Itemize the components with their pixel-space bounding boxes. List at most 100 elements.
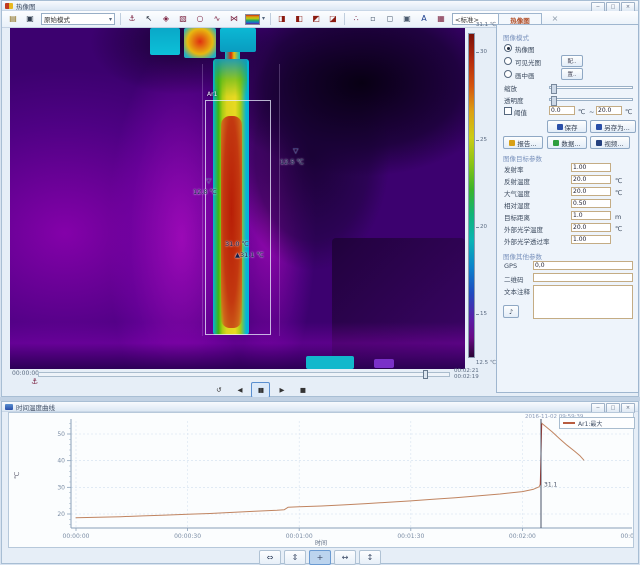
cold-marker-right-icon[interactable]: ▽ (293, 148, 298, 155)
video-icon (596, 139, 603, 146)
isotherm-below-button[interactable]: ◧ (291, 11, 307, 27)
layout-single-icon: ▫ (370, 14, 376, 23)
temperature-chart[interactable]: 2030405000:00:00 00:00:30 00:01:00 00:01:30… (9, 413, 640, 547)
open-file-button[interactable]: ▤ (5, 11, 21, 27)
data-button[interactable]: 数据... (547, 136, 587, 149)
layout-grid-button[interactable]: ▣ (399, 11, 415, 27)
floppy-icon (596, 123, 603, 130)
cursor-tool-icon: ↖ (145, 14, 153, 23)
zoom-slider-label: 缩放 (504, 85, 517, 93)
scale-vertical-icon: ↕ (366, 553, 374, 562)
param-label: 大气温度 (504, 190, 530, 198)
zoom-horizontal-button[interactable]: ⇔ (259, 550, 281, 565)
color-scale-ticklabel: 30 (480, 49, 487, 56)
threshold-high-input[interactable] (596, 106, 622, 115)
legend-line-sample (563, 422, 575, 424)
legend-label: Ar1:最大 (578, 420, 603, 428)
grid-view-icon: ▦ (437, 14, 445, 23)
isotherm-interval-button[interactable]: ◩ (308, 11, 324, 27)
isotherm-above-button[interactable]: ◨ (274, 11, 290, 27)
toolbar-separator (270, 13, 271, 25)
pause-button[interactable]: ▮▮ (251, 382, 270, 398)
zoom-vertical-icon: ⇕ (291, 553, 299, 562)
cool-object-2 (220, 28, 256, 52)
param-input[interactable] (571, 211, 611, 220)
playback-controls: ↺ ◀ ▮▮ ▶ ■ (209, 382, 312, 398)
cold-marker-left-icon[interactable]: ▽ (206, 178, 211, 185)
minimize-icon: − (595, 405, 601, 411)
text-annotation-button[interactable]: A (416, 11, 432, 27)
layout-double-button[interactable]: ◻ (382, 11, 398, 27)
layout-single-button[interactable]: ▫ (365, 11, 381, 27)
param-row: 外部光学温度 ℃ (497, 223, 638, 234)
visible-config-button[interactable]: 配.. (561, 55, 583, 67)
param-input[interactable] (571, 223, 611, 232)
color-scale-bar[interactable] (468, 33, 475, 358)
opacity-slider-thumb[interactable] (551, 96, 557, 106)
zoom-slider-thumb[interactable] (551, 84, 557, 94)
text-note-area[interactable] (533, 285, 633, 319)
window-title: 热像图 (16, 2, 36, 11)
hot-object-top (184, 28, 216, 58)
svg-text:20: 20 (57, 511, 65, 518)
threshold-checkbox[interactable] (504, 107, 512, 115)
audio-note-button[interactable]: ♪ (503, 305, 519, 318)
pip-config-button[interactable]: 置.. (561, 68, 583, 80)
radio-thermal[interactable] (504, 44, 512, 52)
param-input[interactable] (571, 235, 611, 244)
save-as-button[interactable]: 另存为... (590, 120, 636, 133)
gps-input[interactable] (533, 261, 633, 270)
rect-roi-tool-button[interactable]: ▧ (175, 11, 191, 27)
palette-select-button[interactable]: ▾ (243, 11, 267, 27)
mode-select[interactable]: 原始模式 ▾ (41, 13, 115, 25)
speaker-icon: ♪ (508, 307, 514, 316)
color-scale-tickmark (476, 226, 479, 228)
ellipse-roi-tool-button[interactable]: ○ (192, 11, 208, 27)
polyline-roi-tool-button[interactable]: ∿ (209, 11, 225, 27)
timeline-track[interactable] (38, 372, 450, 377)
threshold-label: 阈值 (514, 109, 527, 117)
thermal-image-canvas[interactable]: Ar1 ▽ 12.5 ℃ ▽ 12.8 ℃ 31.0 ℃ ▲31.1 ℃ (10, 28, 465, 369)
ar1-region-rect[interactable] (205, 100, 271, 335)
spot-tool-button[interactable]: ◈ (158, 11, 174, 27)
step-forward-button[interactable]: ▶ (272, 382, 291, 398)
radio-visible-label: 可见光图 (515, 59, 541, 67)
anchor-tool-button[interactable]: ⚓ (124, 11, 140, 27)
threshold-low-unit: ℃ (578, 108, 586, 116)
grid-view-button[interactable]: ▦ (433, 11, 449, 27)
radio-pip[interactable] (504, 70, 512, 78)
radio-visible[interactable] (504, 57, 512, 65)
step-back-button[interactable]: ◀ (230, 382, 249, 398)
scale-vertical-button[interactable]: ↕ (359, 550, 381, 565)
isotherm-outside-button[interactable]: ◪ (325, 11, 341, 27)
stop-button[interactable]: ■ (293, 382, 312, 398)
zoom-slider[interactable] (549, 84, 633, 94)
video-button[interactable]: 视频... (590, 136, 630, 149)
save-file-button[interactable]: ▣ (22, 11, 38, 27)
structure-edge-left (202, 64, 203, 336)
param-row: 外部光学透过率 (497, 235, 638, 246)
param-input[interactable] (571, 175, 611, 184)
threshold-low-input[interactable] (549, 106, 575, 115)
replay-button[interactable]: ↺ (209, 382, 228, 398)
polygon-roi-tool-button[interactable]: ⋈ (226, 11, 242, 27)
param-input[interactable] (571, 163, 611, 172)
opacity-slider[interactable] (549, 96, 633, 106)
timeline-handle[interactable] (423, 370, 428, 379)
close-icon: × (625, 405, 631, 411)
zoom-vertical-button[interactable]: ⇕ (284, 550, 306, 565)
pan-button[interactable]: + (309, 550, 331, 565)
report-button[interactable]: 报告... (503, 136, 543, 149)
save-button[interactable]: 保存 (547, 120, 587, 133)
scale-horizontal-button[interactable]: ↔ (334, 550, 356, 565)
param-input[interactable] (571, 187, 611, 196)
param-unit: ℃ (615, 177, 623, 185)
settings-panel-body: 图像模式 热像图 可见光图 配.. 画中画 置.. 缩放 透明度 阈值 0.0 … (496, 24, 639, 393)
param-input[interactable] (571, 199, 611, 208)
qr-code-input[interactable] (533, 273, 633, 282)
spot-readout-button[interactable]: ∴ (348, 11, 364, 27)
chevron-down-icon: ▾ (108, 15, 112, 23)
cursor-tool-button[interactable]: ↖ (141, 11, 157, 27)
application: 热像图 −□× ▤▣原始模式▾⚓↖◈▧○∿⋈▾◨◧◩◪∴▫◻▣A▦<标准>▾▼✎… (0, 0, 640, 565)
timeline-start-time: 00:00:00 (12, 370, 39, 377)
